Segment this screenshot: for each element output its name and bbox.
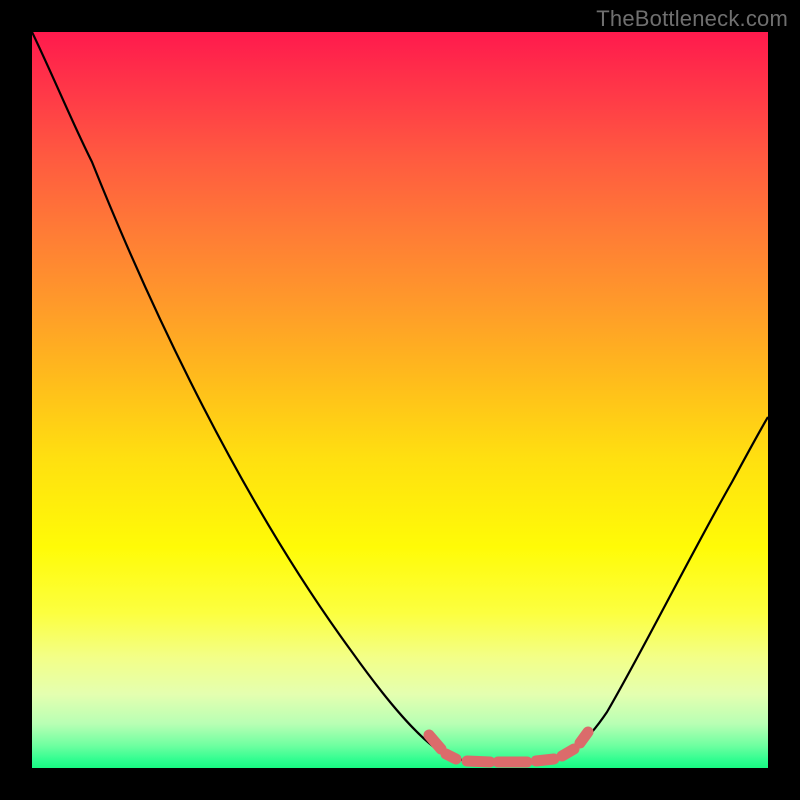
- watermark-text: TheBottleneck.com: [596, 6, 788, 32]
- chart-svg: [32, 32, 768, 768]
- highlight-dashes: [429, 732, 588, 762]
- plot-area: [32, 32, 768, 768]
- chart-frame: TheBottleneck.com: [0, 0, 800, 800]
- curve-path: [32, 32, 768, 762]
